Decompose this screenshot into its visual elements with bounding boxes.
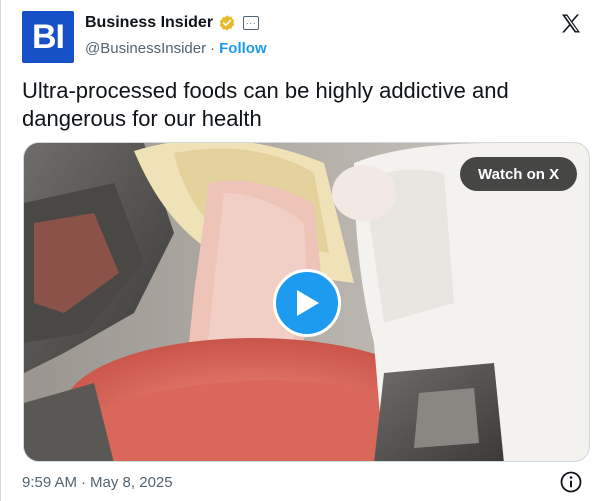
follow-button[interactable]: Follow bbox=[219, 40, 267, 57]
watch-on-x-button[interactable]: Watch on X bbox=[460, 157, 578, 191]
author-name-row: Business Insider ··· bbox=[85, 14, 260, 32]
affiliate-badge-icon[interactable]: ··· bbox=[243, 16, 260, 30]
avatar-logo-text: BI bbox=[32, 17, 65, 56]
verified-badge-icon bbox=[219, 15, 235, 31]
timestamp-separator: · bbox=[81, 474, 87, 491]
author-handle[interactable]: @BusinessInsider bbox=[85, 40, 206, 57]
tweet-text: Ultra-processed foods can be highly addi… bbox=[22, 78, 509, 131]
author-display-name[interactable]: Business Insider bbox=[85, 14, 213, 32]
play-button[interactable] bbox=[273, 269, 341, 337]
author-handle-row: @BusinessInsider · Follow bbox=[85, 40, 267, 57]
info-icon[interactable] bbox=[559, 470, 583, 494]
play-icon bbox=[297, 290, 319, 316]
tweet-time: 9:59 AM bbox=[22, 474, 78, 491]
handle-separator: · bbox=[210, 40, 216, 57]
x-logo-icon[interactable] bbox=[559, 12, 583, 36]
tweet-timestamp[interactable]: 9:59 AM · May 8, 2025 bbox=[22, 474, 173, 491]
tweet-card[interactable]: BI Business Insider ··· @BusinessInsider… bbox=[0, 0, 593, 501]
tweet-date: May 8, 2025 bbox=[90, 474, 173, 491]
video-media[interactable]: Watch on X bbox=[23, 142, 590, 462]
avatar[interactable]: BI bbox=[22, 11, 74, 63]
